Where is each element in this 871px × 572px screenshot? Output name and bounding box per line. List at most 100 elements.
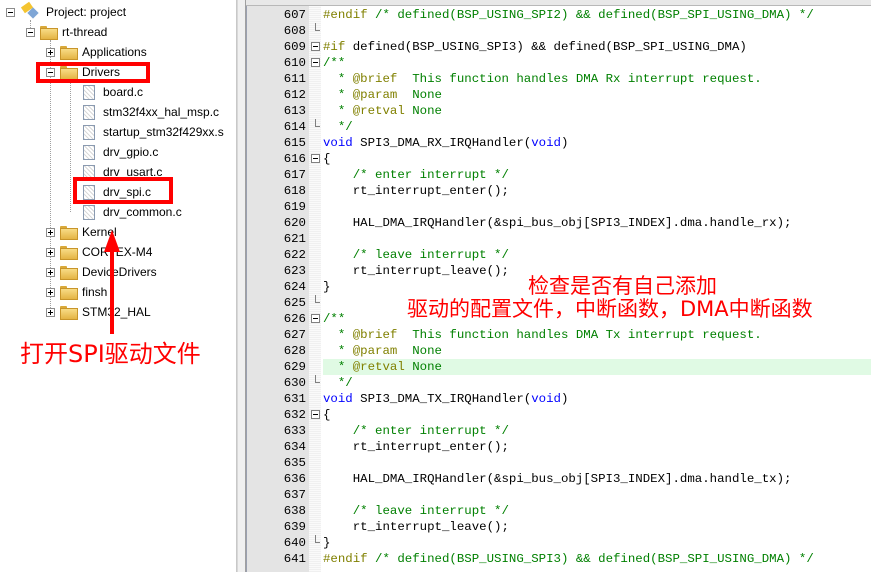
code-line[interactable]: 614 */ — [246, 119, 871, 135]
tree-folder-cortex-m4[interactable]: CORTEX-M4 — [46, 242, 152, 262]
line-number: 607 — [283, 8, 306, 22]
tree-label: finsh — [82, 285, 108, 299]
tree-label: board.c — [103, 85, 144, 99]
code-token: None — [397, 344, 442, 358]
expand-icon[interactable] — [46, 307, 55, 317]
code-line[interactable]: 633 /* enter interrupt */ — [246, 423, 871, 439]
code-line[interactable]: 610 /** — [246, 55, 871, 71]
code-line[interactable]: 616 { — [246, 151, 871, 167]
fold-margin-cell — [310, 503, 321, 519]
code-text: HAL_DMA_IRQHandler(&spi_bus_obj[SPI3_IND… — [323, 471, 871, 487]
code-token: { — [323, 152, 331, 166]
highlight-box-drv-spi — [73, 177, 173, 204]
code-line[interactable]: 609 #if defined(BSP_USING_SPI3) && define… — [246, 39, 871, 55]
code-text: * @brief This function handles DMA Rx in… — [323, 71, 871, 87]
collapse-icon[interactable] — [6, 7, 15, 17]
code-line[interactable]: 621 — [246, 231, 871, 247]
code-token: ) — [560, 392, 569, 406]
fold-collapse-icon[interactable] — [310, 151, 321, 167]
arrow-up-icon — [104, 230, 120, 252]
tree-root-project[interactable]: Project: project — [6, 2, 126, 22]
line-number: 623 — [283, 264, 306, 278]
code-line[interactable]: 629 * @retval None — [246, 359, 871, 375]
code-token: HAL_DMA_IRQHandler(&spi_bus_obj[SPI3_IND… — [323, 216, 792, 230]
line-number: 625 — [283, 296, 306, 310]
tree-file-board-c[interactable]: board.c — [83, 82, 143, 102]
annotation-open-spi-driver: 打开SPI驱动文件 — [20, 340, 201, 368]
fold-margin-cell — [310, 103, 321, 119]
code-line[interactable]: 634 rt_interrupt_enter(); — [246, 439, 871, 455]
code-token: } — [323, 536, 331, 550]
expand-icon[interactable] — [46, 227, 55, 237]
tree-folder-finsh[interactable]: finsh — [46, 282, 107, 302]
code-text: #endif /* defined(BSP_USING_SPI3) && def… — [323, 551, 871, 567]
code-token: void — [323, 136, 353, 150]
fold-collapse-icon[interactable] — [310, 39, 321, 55]
code-line[interactable]: 618 rt_interrupt_enter(); — [246, 183, 871, 199]
fold-margin-cell — [310, 423, 321, 439]
code-line[interactable]: 632 { — [246, 407, 871, 423]
code-line[interactable]: 631 void SPI3_DMA_TX_IRQHandler(void) — [246, 391, 871, 407]
code-text: */ — [323, 375, 871, 391]
code-token: void — [531, 136, 561, 150]
code-line[interactable]: 612 * @param None — [246, 87, 871, 103]
fold-margin-cell — [310, 7, 321, 23]
line-number: 611 — [283, 72, 306, 86]
tree-folder-devicedrivers[interactable]: DeviceDrivers — [46, 262, 157, 282]
code-line[interactable]: 635 — [246, 455, 871, 471]
code-text: * @param None — [323, 343, 871, 359]
code-line[interactable]: 628 * @param None — [246, 343, 871, 359]
tree-folder-stm32-hal[interactable]: STM32_HAL — [46, 302, 151, 322]
collapse-icon[interactable] — [26, 27, 35, 37]
code-line[interactable]: 608 — [246, 23, 871, 39]
tree-file-drv-gpio-c[interactable]: drv_gpio.c — [83, 142, 158, 162]
code-text: * @param None — [323, 87, 871, 103]
code-token: /* enter interrupt */ — [323, 424, 509, 438]
fold-collapse-icon[interactable] — [310, 311, 321, 327]
code-line[interactable]: 613 * @retval None — [246, 103, 871, 119]
tree-folder-applications[interactable]: Applications — [46, 42, 147, 62]
code-line[interactable]: 640} — [246, 535, 871, 551]
code-line[interactable]: 639 rt_interrupt_leave(); — [246, 519, 871, 535]
code-line[interactable]: 611 * @brief This function handles DMA R… — [246, 71, 871, 87]
arrow-shaft — [110, 250, 114, 334]
code-line[interactable]: 630 */ — [246, 375, 871, 391]
expand-icon[interactable] — [46, 247, 55, 257]
tree-file-startup-s[interactable]: startup_stm32f429xx.s — [83, 122, 224, 142]
code-token: HAL_DMA_IRQHandler(&spi_bus_obj[SPI3_IND… — [323, 472, 792, 486]
code-text: rt_interrupt_leave(); — [323, 519, 871, 535]
line-number: 634 — [283, 440, 306, 454]
expand-icon[interactable] — [46, 267, 55, 277]
expand-icon[interactable] — [46, 287, 55, 297]
code-line[interactable]: 627 * @brief This function handles DMA T… — [246, 327, 871, 343]
fold-margin-cell — [310, 183, 321, 199]
code-line[interactable]: 641 #endif /* defined(BSP_USING_SPI3) && … — [246, 551, 871, 567]
code-line[interactable]: 636 HAL_DMA_IRQHandler(&spi_bus_obj[SPI3… — [246, 471, 871, 487]
code-token: #endif — [323, 552, 368, 566]
tree-group-rt-thread[interactable]: rt-thread — [26, 22, 107, 42]
expand-icon[interactable] — [46, 47, 55, 57]
panel-splitter[interactable] — [237, 0, 246, 572]
code-token: /* enter interrupt */ — [323, 168, 509, 182]
code-line[interactable]: 637 — [246, 487, 871, 503]
fold-collapse-icon[interactable] — [310, 407, 321, 423]
fold-collapse-icon[interactable] — [310, 55, 321, 71]
line-number: 608 — [283, 24, 306, 38]
code-line[interactable]: 617 /* enter interrupt */ — [246, 167, 871, 183]
code-line[interactable]: 620 HAL_DMA_IRQHandler(&spi_bus_obj[SPI3… — [246, 215, 871, 231]
tree-label: rt-thread — [62, 25, 108, 39]
code-line[interactable]: 638 /* leave interrupt */ — [246, 503, 871, 519]
line-number: 630 — [283, 376, 306, 390]
code-line[interactable]: 622 /* leave interrupt */ — [246, 247, 871, 263]
tree-file-drv-common-c[interactable]: drv_common.c — [83, 202, 182, 222]
code-text: rt_interrupt_enter(); — [323, 439, 871, 455]
code-line[interactable]: 607 #endif /* defined(BSP_USING_SPI2) && … — [246, 7, 871, 23]
code-line[interactable]: 615 void SPI3_DMA_RX_IRQHandler(void) — [246, 135, 871, 151]
tree-file-stm32f4xx-hal-msp-c[interactable]: stm32f4xx_hal_msp.c — [83, 102, 219, 122]
code-line[interactable]: 619 — [246, 199, 871, 215]
line-number: 618 — [283, 184, 306, 198]
line-number: 636 — [283, 472, 306, 486]
code-token: { — [323, 408, 331, 422]
code-token: /** — [323, 312, 346, 326]
